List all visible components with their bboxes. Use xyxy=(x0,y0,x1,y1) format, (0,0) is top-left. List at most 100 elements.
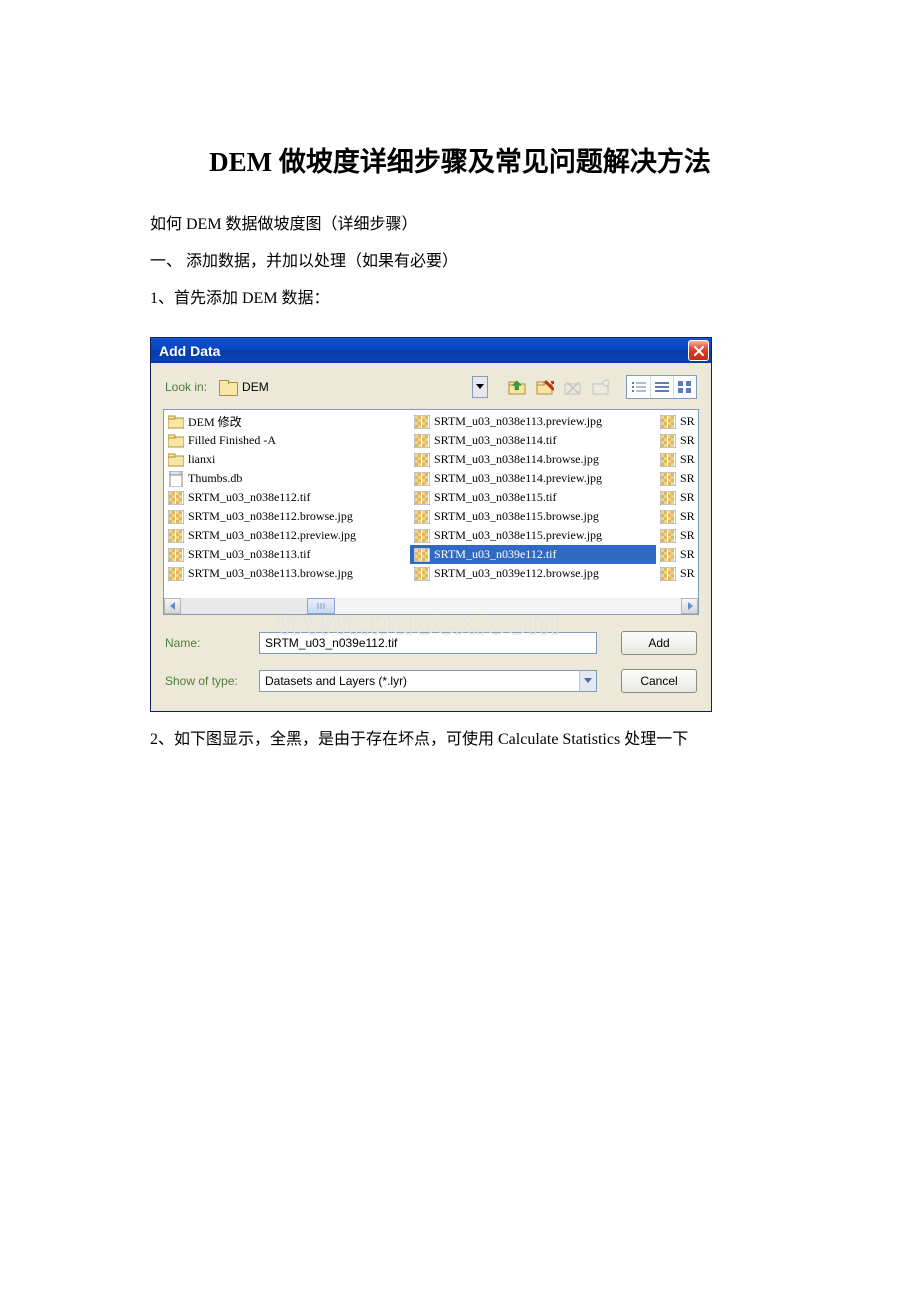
list-item-label: SR xyxy=(680,490,695,505)
type-value: Datasets and Layers (*.lyr) xyxy=(265,674,579,688)
list-item-label: SR xyxy=(680,471,695,486)
folder-disconnect-icon xyxy=(564,379,582,395)
list-item[interactable]: SRTM_u03_n039e112.browse.jpg xyxy=(410,564,656,583)
list-item-label: SR xyxy=(680,452,695,467)
page-title: DEM 做坡度详细步骤及常见问题解决方法 xyxy=(150,140,770,179)
type-combobox[interactable]: Datasets and Layers (*.lyr) xyxy=(259,670,597,692)
list-item[interactable]: SRTM_u03_n038e112.tif xyxy=(164,488,410,507)
list-item[interactable]: SRTM_u03_n038e114.browse.jpg xyxy=(410,450,656,469)
name-input[interactable]: SRTM_u03_n039e112.tif xyxy=(259,632,597,654)
dialog-footer: Name: SRTM_u03_n039e112.tif Add Show of … xyxy=(151,615,711,711)
list-item[interactable]: SRTM_u03_n039e112.tif xyxy=(410,545,656,564)
list-item[interactable]: SR xyxy=(656,507,698,526)
chevron-down-icon xyxy=(584,678,592,684)
raster-icon xyxy=(660,509,676,525)
folder-connect-icon xyxy=(536,379,554,395)
raster-icon xyxy=(168,566,184,582)
raster-icon xyxy=(168,528,184,544)
list-item-label: SRTM_u03_n038e115.tif xyxy=(434,490,557,505)
file-list[interactable]: DEM 修改Filled Finished -AlianxiThumbs.dbS… xyxy=(163,409,699,615)
list-item[interactable]: SRTM_u03_n038e115.preview.jpg xyxy=(410,526,656,545)
list-item[interactable]: SR xyxy=(656,526,698,545)
list-item[interactable]: SR xyxy=(656,564,698,583)
list-item[interactable]: SRTM_u03_n038e113.browse.jpg xyxy=(164,564,410,583)
body-text: 2、如下图显示，全黑，是由于存在坏点，可使用 Calculate Statist… xyxy=(150,722,770,759)
folder-icon xyxy=(219,380,236,394)
cancel-button[interactable]: Cancel xyxy=(621,669,697,693)
list-item-label: SRTM_u03_n038e115.browse.jpg xyxy=(434,509,599,524)
raster-icon xyxy=(660,490,676,506)
view-thumbnails-button[interactable] xyxy=(673,376,696,398)
raster-icon xyxy=(660,433,676,449)
lookin-combobox[interactable]: DEM xyxy=(219,380,269,394)
raster-icon xyxy=(414,433,430,449)
scroll-left-button[interactable] xyxy=(164,598,181,614)
list-item-label: SRTM_u03_n038e114.tif xyxy=(434,433,557,448)
list-item-label: SR xyxy=(680,433,695,448)
lookin-dropdown-button[interactable] xyxy=(472,376,488,398)
list-item[interactable]: lianxi xyxy=(164,450,410,469)
folder-icon xyxy=(168,414,184,430)
list-item[interactable]: SR xyxy=(656,469,698,488)
view-list-button[interactable] xyxy=(627,376,650,398)
list-item[interactable]: SR xyxy=(656,431,698,450)
list-item[interactable]: DEM 修改 xyxy=(164,412,410,431)
raster-icon xyxy=(414,490,430,506)
list-item[interactable]: SRTM_u03_n038e113.preview.jpg xyxy=(410,412,656,431)
dialog-title: Add Data xyxy=(159,343,688,359)
view-details-button[interactable] xyxy=(650,376,673,398)
view-details-icon xyxy=(655,381,669,393)
lookin-label: Look in: xyxy=(165,380,207,394)
list-item-label: SRTM_u03_n039e112.tif xyxy=(434,547,557,562)
horizontal-scrollbar[interactable] xyxy=(164,598,698,614)
list-item[interactable]: SRTM_u03_n038e113.tif xyxy=(164,545,410,564)
list-item-label: SRTM_u03_n038e114.browse.jpg xyxy=(434,452,599,467)
list-item[interactable]: SRTM_u03_n038e115.tif xyxy=(410,488,656,507)
list-item[interactable]: Filled Finished -A xyxy=(164,431,410,450)
list-item-label: DEM 修改 xyxy=(188,413,242,430)
raster-icon xyxy=(660,414,676,430)
folder-up-icon xyxy=(508,379,526,395)
new-folder-icon xyxy=(592,379,610,395)
scroll-thumb[interactable] xyxy=(307,598,335,614)
add-data-dialog: www.bdocx.com Add Data Look in: DEM xyxy=(150,337,712,712)
scroll-right-button[interactable] xyxy=(681,598,698,614)
list-item-label: SRTM_u03_n038e113.preview.jpg xyxy=(434,414,602,429)
list-item-label: SR xyxy=(680,414,695,429)
raster-icon xyxy=(414,528,430,544)
raster-icon xyxy=(660,528,676,544)
list-item-label: SR xyxy=(680,566,695,581)
list-item[interactable]: SR xyxy=(656,450,698,469)
up-folder-button[interactable] xyxy=(506,376,528,398)
raster-icon xyxy=(660,452,676,468)
chevron-right-icon xyxy=(686,602,694,610)
chevron-left-icon xyxy=(169,602,177,610)
type-label: Show of type: xyxy=(165,674,251,688)
list-item[interactable]: SRTM_u03_n038e114.preview.jpg xyxy=(410,469,656,488)
list-item[interactable]: SRTM_u03_n038e114.tif xyxy=(410,431,656,450)
add-button[interactable]: Add xyxy=(621,631,697,655)
scroll-track[interactable] xyxy=(335,598,681,614)
list-item[interactable]: SRTM_u03_n038e115.browse.jpg xyxy=(410,507,656,526)
raster-icon xyxy=(414,471,430,487)
list-item[interactable]: SR xyxy=(656,412,698,431)
close-icon xyxy=(693,345,705,357)
db-icon xyxy=(168,471,184,487)
list-item-label: SRTM_u03_n038e112.browse.jpg xyxy=(188,509,353,524)
close-button[interactable] xyxy=(688,340,709,361)
scroll-track[interactable] xyxy=(181,598,307,614)
lookin-toolbar: Look in: DEM xyxy=(151,363,711,409)
body-text: 1、首先添加 DEM 数据： xyxy=(150,281,770,318)
lookin-value: DEM xyxy=(242,380,269,394)
raster-icon xyxy=(414,547,430,563)
list-item[interactable]: Thumbs.db xyxy=(164,469,410,488)
list-item[interactable]: SR xyxy=(656,545,698,564)
body-text: 一、 添加数据，并加以处理（如果有必要） xyxy=(150,244,770,281)
list-item-label: SRTM_u03_n039e112.browse.jpg xyxy=(434,566,599,581)
list-item[interactable]: SR xyxy=(656,488,698,507)
connect-folder-button[interactable] xyxy=(534,376,556,398)
view-thumbnails-icon xyxy=(678,381,692,393)
list-item[interactable]: SRTM_u03_n038e112.browse.jpg xyxy=(164,507,410,526)
type-dropdown-button[interactable] xyxy=(579,671,596,691)
list-item[interactable]: SRTM_u03_n038e112.preview.jpg xyxy=(164,526,410,545)
